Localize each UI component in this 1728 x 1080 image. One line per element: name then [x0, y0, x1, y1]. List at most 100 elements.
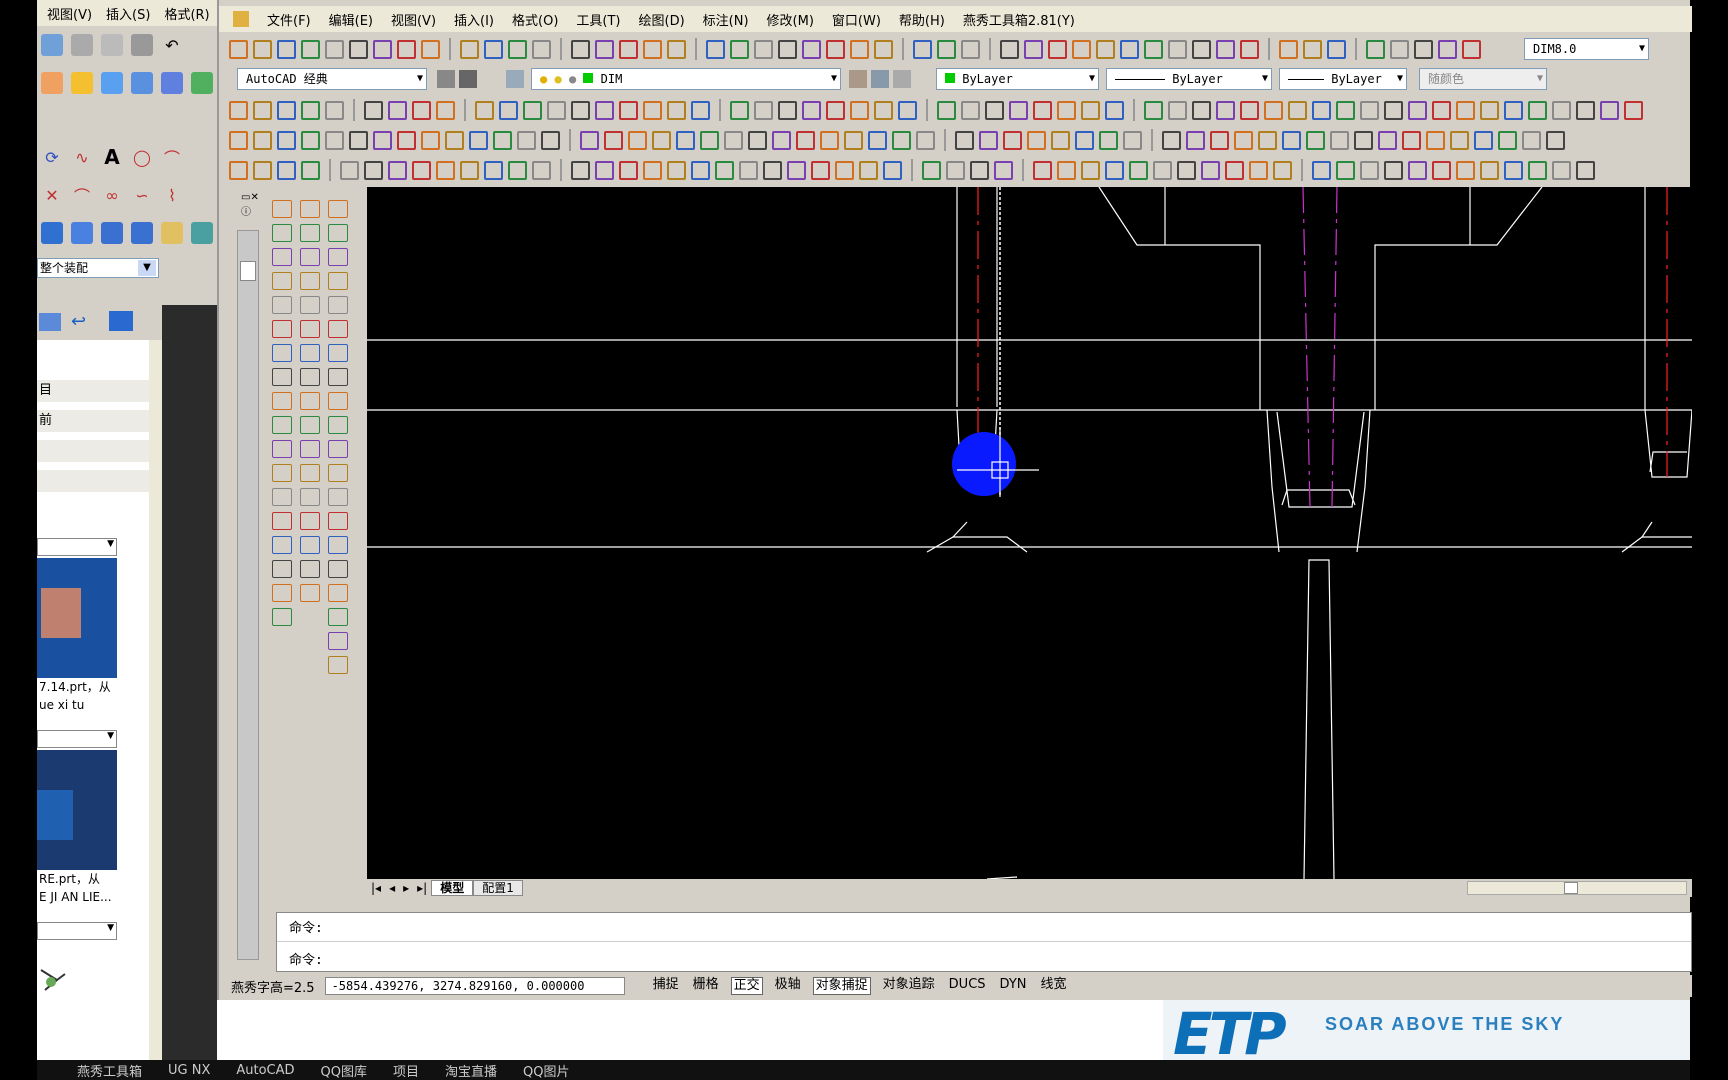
toolbar-tool-icon[interactable] — [1522, 130, 1541, 150]
toolbar-tool-icon[interactable] — [1384, 100, 1403, 120]
toolbar-tool-icon[interactable] — [1009, 100, 1028, 120]
toolbar-tool-icon[interactable] — [421, 130, 440, 150]
tab-model[interactable]: 模型 — [431, 880, 474, 896]
toolbar-tool-icon[interactable] — [868, 130, 887, 150]
toolbar-tool-icon[interactable] — [1552, 160, 1571, 180]
side-tool-icon[interactable] — [328, 416, 348, 434]
layer-state-icon[interactable] — [871, 70, 889, 88]
toolbar-tool-icon[interactable] — [1480, 160, 1499, 180]
side-tool-icon[interactable] — [328, 320, 348, 338]
sphere-icon[interactable] — [191, 222, 213, 244]
toolbar-tool-icon[interactable] — [652, 130, 671, 150]
side-tool-icon[interactable] — [272, 512, 292, 530]
coordinate-readout[interactable]: -5854.439276, 3274.829160, 0.000000 — [324, 977, 625, 995]
menu-window[interactable]: 窗口(W) — [832, 10, 881, 29]
toolbar-tool-icon[interactable] — [229, 130, 248, 150]
side-tool-icon[interactable] — [300, 512, 320, 530]
taskbar-item[interactable]: 燕秀工具箱 — [77, 1061, 142, 1080]
side-tool-icon[interactable] — [328, 608, 348, 626]
toolbar-tool-icon[interactable] — [1105, 160, 1124, 180]
toolbar-tool-icon[interactable] — [436, 160, 455, 180]
toolbar-tool-icon[interactable] — [364, 100, 383, 120]
toolbar-tool-icon[interactable] — [1336, 160, 1355, 180]
link-icon[interactable]: ∞ — [101, 184, 123, 206]
toolbar-tool-icon[interactable] — [388, 100, 407, 120]
toolbar-tool-icon[interactable] — [1081, 100, 1100, 120]
nx-menu-format[interactable]: 格式(R) — [164, 4, 209, 23]
toolbar-tool-icon[interactable] — [1240, 100, 1259, 120]
toolbar-tool-icon[interactable] — [1408, 160, 1427, 180]
toolbar-tool-icon[interactable] — [985, 100, 1004, 120]
side-tool-icon[interactable] — [300, 392, 320, 410]
side-tool-icon[interactable] — [328, 296, 348, 314]
toolbar-tool-icon[interactable] — [253, 160, 272, 180]
toolbar-tool-icon[interactable] — [1027, 130, 1046, 150]
toolbar-tool-icon[interactable] — [1234, 130, 1253, 150]
save-icon[interactable] — [41, 34, 63, 56]
toolbar-tool-icon[interactable] — [937, 100, 956, 120]
toolbar-tool-icon[interactable] — [1210, 130, 1229, 150]
tab-nav-last-icon[interactable]: ▸| — [413, 881, 431, 895]
toolbar-tool-icon[interactable] — [913, 39, 932, 59]
cube-icon[interactable] — [71, 222, 93, 244]
toolbar-tool-icon[interactable] — [1303, 39, 1322, 59]
toolbar-tool-icon[interactable] — [748, 130, 767, 150]
color-select[interactable]: ByLayer ▼ — [936, 68, 1099, 90]
chevron-down-icon[interactable]: ▼ — [138, 260, 156, 276]
side-tool-icon[interactable] — [328, 464, 348, 482]
toolbar-tool-icon[interactable] — [1057, 100, 1076, 120]
toolbar-tool-icon[interactable] — [1366, 39, 1385, 59]
side-tool-icon[interactable] — [328, 560, 348, 578]
toolbar-tool-icon[interactable] — [253, 39, 272, 59]
toolbar-tool-icon[interactable] — [859, 160, 878, 180]
toolbar-tool-icon[interactable] — [1552, 100, 1571, 120]
side-tool-icon[interactable] — [272, 608, 292, 626]
linetype-select[interactable]: ByLayer ▼ — [1106, 68, 1272, 90]
toolbar-tool-icon[interactable] — [667, 160, 686, 180]
toolbar-tool-icon[interactable] — [994, 160, 1013, 180]
tab-layout1[interactable]: 配置1 — [473, 880, 523, 896]
toolbar-tool-icon[interactable] — [436, 100, 455, 120]
toolbar-tool-icon[interactable] — [1498, 130, 1517, 150]
drawing-canvas[interactable] — [367, 186, 1693, 880]
status-osnap-toggle[interactable]: 对象捕捉 — [812, 977, 871, 995]
toolbar-tool-icon[interactable] — [1450, 130, 1469, 150]
toolbar-tool-icon[interactable] — [1123, 130, 1142, 150]
toolbar-tool-icon[interactable] — [1033, 160, 1052, 180]
command-prompt[interactable]: 命令: — [289, 949, 323, 968]
toolbar-tool-icon[interactable] — [619, 160, 638, 180]
toolbar-tool-icon[interactable] — [1360, 160, 1379, 180]
curve-icon[interactable]: ⌒ — [161, 146, 183, 168]
taskbar-item[interactable]: UG NX — [168, 1063, 210, 1078]
side-tool-icon[interactable] — [272, 296, 292, 314]
toolbar-tool-icon[interactable] — [1528, 100, 1547, 120]
copy-icon[interactable] — [101, 34, 123, 56]
toolbar-tool-icon[interactable] — [1144, 39, 1163, 59]
toolbar-tool-icon[interactable] — [301, 130, 320, 150]
toolbar-tool-icon[interactable] — [541, 130, 560, 150]
toolbar-tool-icon[interactable] — [1360, 100, 1379, 120]
side-tool-icon[interactable] — [328, 512, 348, 530]
toolbar-tool-icon[interactable] — [1162, 130, 1181, 150]
tab-nav-next-icon[interactable]: ▸ — [399, 881, 413, 895]
toolbar-tool-icon[interactable] — [1168, 39, 1187, 59]
menu-dimension[interactable]: 标注(N) — [703, 10, 749, 29]
status-polar-toggle[interactable]: 极轴 — [773, 977, 803, 995]
toolbar-tool-icon[interactable] — [484, 160, 503, 180]
toolbar-tool-icon[interactable] — [898, 100, 917, 120]
toolbar-tool-icon[interactable] — [754, 39, 773, 59]
side-tool-icon[interactable] — [328, 272, 348, 290]
side-tool-icon[interactable] — [272, 344, 292, 362]
side-tool-icon[interactable] — [272, 488, 292, 506]
menu-tools[interactable]: 工具(T) — [576, 10, 620, 29]
toolbar-tool-icon[interactable] — [1216, 100, 1235, 120]
side-tool-icon[interactable] — [300, 224, 320, 242]
taskbar-item[interactable]: QQ图片 — [523, 1061, 569, 1080]
toolbar-tool-icon[interactable] — [874, 100, 893, 120]
side-tool-icon[interactable] — [272, 560, 292, 578]
toolbar-tool-icon[interactable] — [892, 130, 911, 150]
toolbar-tool-icon[interactable] — [412, 100, 431, 120]
toolbar-tool-icon[interactable] — [1105, 100, 1124, 120]
toolbar-tool-icon[interactable] — [961, 39, 980, 59]
toolbar-tool-icon[interactable] — [1033, 100, 1052, 120]
